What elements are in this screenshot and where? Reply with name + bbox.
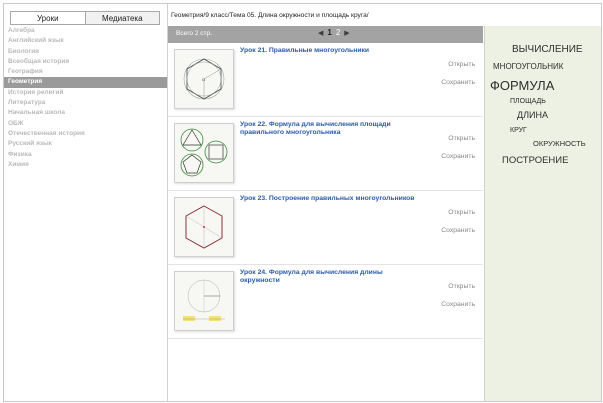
lesson-item: Урок 23. Построение правильных многоугол… xyxy=(168,191,483,265)
subject-obzh[interactable]: ОБЖ xyxy=(4,119,167,129)
tag-circle[interactable]: КРУГ xyxy=(510,127,527,134)
tag-formula[interactable]: ФОРМУЛА xyxy=(490,78,554,93)
pagination-bar: Всего 2 стр. ◀ 1 2 ▶ xyxy=(168,26,483,43)
lesson-thumbnail[interactable] xyxy=(174,271,234,331)
tag-construction[interactable]: ПОСТРОЕНИЕ xyxy=(502,155,568,166)
lesson-thumbnail[interactable]: O xyxy=(174,49,234,109)
subject-primary-school[interactable]: Начальная школа xyxy=(4,108,167,118)
subject-national-history[interactable]: Отечественная история xyxy=(4,129,167,139)
subject-list: Алгебра Английский язык Биология Всеобща… xyxy=(4,26,167,170)
save-link[interactable]: Сохранить xyxy=(441,153,475,160)
subject-russian[interactable]: Русский язык xyxy=(4,139,167,149)
lesson-item: Урок 24. Формула для вычисления длины ок… xyxy=(168,265,483,339)
subject-physics[interactable]: Физика xyxy=(4,150,167,160)
subject-algebra[interactable]: Алгебра xyxy=(4,26,167,36)
subject-english[interactable]: Английский язык xyxy=(4,36,167,46)
subject-geography[interactable]: География xyxy=(4,67,167,77)
breadcrumb: Геометрия/9 класс/Тема 05. Длина окружно… xyxy=(171,12,369,19)
subject-geometry[interactable]: Геометрия xyxy=(4,77,167,88)
lesson-list: Всего 2 стр. ◀ 1 2 ▶ O Урок 21. Правильн… xyxy=(168,26,483,401)
subject-literature[interactable]: Литература xyxy=(4,98,167,108)
page-count: Всего 2 стр. xyxy=(176,30,212,37)
lesson-title[interactable]: Урок 23. Построение правильных многоугол… xyxy=(240,195,420,203)
page-1-link[interactable]: 1 xyxy=(327,28,331,37)
tab-lessons[interactable]: Уроки xyxy=(10,11,86,25)
open-link[interactable]: Открыть xyxy=(448,61,475,68)
subject-biology[interactable]: Биология xyxy=(4,47,167,57)
tag-polygon[interactable]: МНОГОУГОЛЬНИК xyxy=(493,62,563,71)
save-link[interactable]: Сохранить xyxy=(441,227,475,234)
lesson-item: O Урок 21. Правильные многоугольники Отк… xyxy=(168,43,483,117)
tag-calculation[interactable]: ВЫЧИСЛЕНИЕ xyxy=(512,44,583,55)
open-link[interactable]: Открыть xyxy=(448,209,475,216)
subject-world-history[interactable]: Всеобщая история xyxy=(4,57,167,67)
svg-text:O: O xyxy=(202,77,205,82)
prev-page-icon[interactable]: ◀ xyxy=(318,29,323,37)
lesson-title[interactable]: Урок 21. Правильные многоугольники xyxy=(240,47,420,55)
polygon-construction-diagram-icon xyxy=(185,205,223,249)
tag-circumference[interactable]: ОКРУЖНОСТЬ xyxy=(533,139,586,148)
lesson-thumbnail[interactable] xyxy=(174,197,234,257)
save-link[interactable]: Сохранить xyxy=(441,301,475,308)
sidebar-tabs: Уроки Медиатека xyxy=(10,11,160,25)
tag-cloud: ВЫЧИСЛЕНИЕ МНОГОУГОЛЬНИК ФОРМУЛА ПЛОЩАДЬ… xyxy=(484,26,601,401)
open-link[interactable]: Открыть xyxy=(448,135,475,142)
lesson-title[interactable]: Урок 22. Формула для вычисления площади … xyxy=(240,121,420,137)
tab-media-library[interactable]: Медиатека xyxy=(85,11,160,25)
lesson-item: Урок 22. Формула для вычисления площади … xyxy=(168,117,483,191)
circle-length-diagram-icon xyxy=(183,279,225,321)
save-link[interactable]: Сохранить xyxy=(441,79,475,86)
polygon-area-diagram-icon xyxy=(180,128,228,177)
tag-length[interactable]: ДЛИНА xyxy=(517,110,548,120)
next-page-icon[interactable]: ▶ xyxy=(344,29,349,37)
regular-polygon-diagram-icon: O xyxy=(183,58,225,100)
app-window: Уроки Медиатека Алгебра Английский язык … xyxy=(3,3,602,402)
lesson-title[interactable]: Урок 24. Формула для вычисления длины ок… xyxy=(240,269,420,285)
open-link[interactable]: Открыть xyxy=(448,283,475,290)
page-2-link[interactable]: 2 xyxy=(336,28,340,37)
subject-chemistry[interactable]: Химия xyxy=(4,160,167,170)
subject-religion-history[interactable]: История религий xyxy=(4,88,167,98)
sidebar: Уроки Медиатека Алгебра Английский язык … xyxy=(4,4,168,401)
pager: ◀ 1 2 ▶ xyxy=(318,28,350,37)
lesson-thumbnail[interactable] xyxy=(174,123,234,183)
tag-area[interactable]: ПЛОЩАДЬ xyxy=(510,98,546,105)
